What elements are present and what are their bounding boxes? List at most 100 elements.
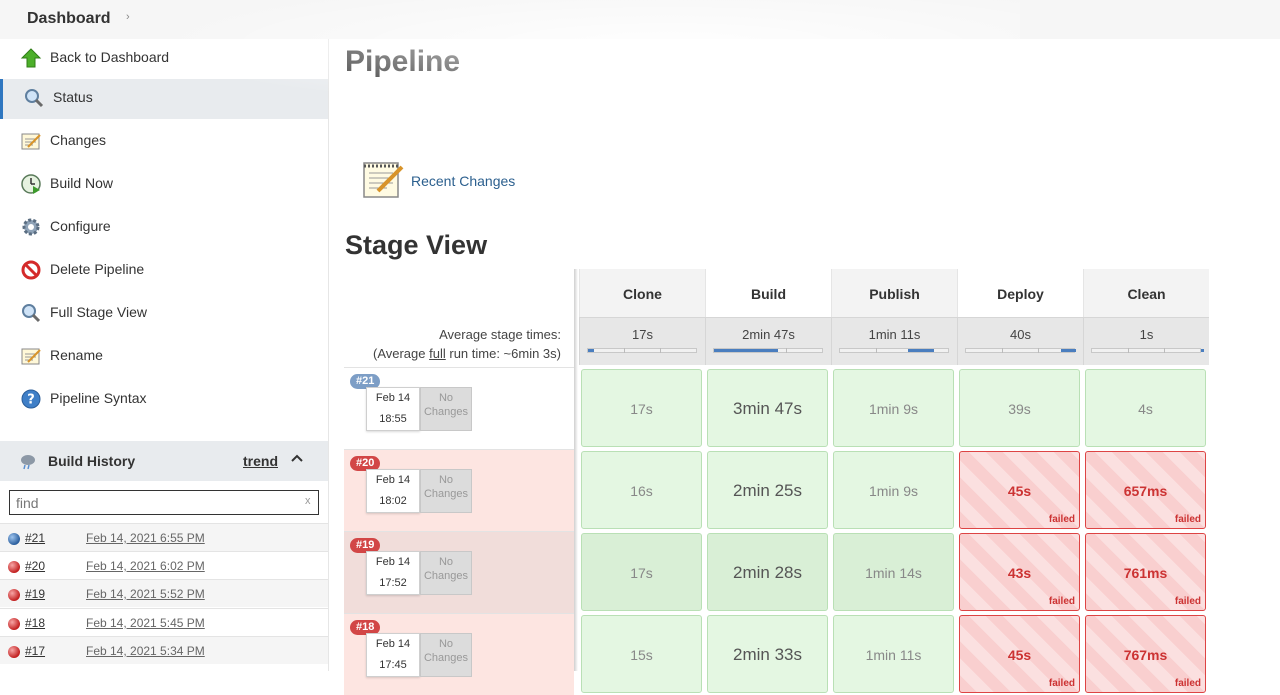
average-stage-times-text: Average stage times: [439, 327, 561, 342]
chevron-up-icon[interactable] [290, 451, 304, 465]
status-ball-red-icon [8, 618, 20, 630]
stage-duration: 17s [630, 401, 653, 417]
build-date-link[interactable]: Feb 14, 2021 5:45 PM [86, 616, 205, 630]
build-date-link[interactable]: Feb 14, 2021 6:55 PM [86, 531, 205, 545]
no-changes-box[interactable]: No Changes [420, 633, 472, 677]
stage-duration: 2min 28s [733, 563, 802, 582]
sidebar-item-pipeline-syntax[interactable]: ? Pipeline Syntax [0, 380, 328, 420]
full-run-link[interactable]: full [429, 346, 446, 361]
clear-icon[interactable]: x [305, 495, 311, 507]
stage-cell-clean[interactable]: 761ms failed [1085, 533, 1206, 611]
stage-cell-deploy[interactable]: 45s failed [959, 451, 1080, 529]
recent-changes-label[interactable]: Recent Changes [411, 173, 515, 189]
stage-cell-clean[interactable]: 4s [1085, 369, 1206, 447]
build-number-link[interactable]: #17 [25, 644, 45, 658]
sidebar-item-label: Build Now [50, 175, 114, 191]
stage-duration: 39s [1008, 401, 1031, 417]
stage-header-build: Build [705, 269, 831, 317]
build-history-row[interactable]: #20 Feb 14, 2021 6:02 PM [0, 551, 328, 579]
failed-label: failed [1048, 514, 1075, 525]
status-ball-red-icon [8, 646, 20, 658]
breadcrumb-dashboard[interactable]: Dashboard [27, 10, 111, 28]
stage-duration: 17s [630, 565, 653, 581]
stage-cell-publish[interactable]: 1min 14s [833, 533, 954, 611]
notepad-icon [21, 133, 41, 150]
stage-cell-build[interactable]: 2min 33s [707, 615, 828, 693]
average-run-time-suffix: run time: ~6min 3s) [445, 346, 561, 361]
trend-link[interactable]: trend [243, 453, 278, 469]
bar-tick [1038, 348, 1039, 353]
build-number-link[interactable]: #19 [25, 587, 45, 601]
stage-duration: 3min 47s [733, 399, 802, 418]
page-title: Pipeline [345, 45, 461, 78]
sidebar-item-full-stage-view[interactable]: Full Stage View [0, 294, 328, 334]
build-history-row[interactable]: #21 Feb 14, 2021 6:55 PM [0, 523, 328, 551]
sidebar-item-status[interactable]: Status [0, 79, 328, 119]
stage-average-bar-fill [714, 349, 778, 352]
no-changes-box[interactable]: No Changes [420, 387, 472, 431]
no-changes-box[interactable]: No Changes [420, 469, 472, 513]
stage-duration: 1min 9s [868, 401, 919, 417]
sidebar-item-label: Full Stage View [50, 304, 148, 320]
average-stage-times-label: Average stage times: (Average full run t… [344, 325, 561, 363]
run-date-box: Feb 14 17:45 [366, 633, 420, 677]
stage-cell-deploy[interactable]: 43s failed [959, 533, 1080, 611]
bar-tick [786, 348, 787, 353]
stage-duration: 1min 14s [865, 565, 922, 581]
stage-average-bar-fill [1201, 349, 1204, 352]
stage-cell-clone[interactable]: 17s [581, 533, 702, 611]
stage-cell-publish[interactable]: 1min 9s [833, 369, 954, 447]
build-history-row[interactable]: #19 Feb 14, 2021 5:52 PM [0, 579, 328, 607]
stage-cell-build[interactable]: 2min 25s [707, 451, 828, 529]
build-date-link[interactable]: Feb 14, 2021 6:02 PM [86, 559, 205, 573]
run-date: Feb 14 [375, 556, 411, 568]
sidebar-item-changes[interactable]: Changes [0, 122, 328, 162]
breadcrumb-chevron-icon[interactable]: › [126, 11, 130, 23]
stage-header-clone: Clone [579, 269, 705, 317]
sidebar-item-build-now[interactable]: Build Now [0, 165, 328, 205]
stage-cell-clone[interactable]: 15s [581, 615, 702, 693]
sidebar-item-rename[interactable]: Rename [0, 337, 328, 377]
bar-tick [1164, 348, 1165, 353]
sidebar-item-configure[interactable]: Configure [0, 208, 328, 248]
find-input[interactable] [9, 490, 319, 515]
bar-tick [1128, 348, 1129, 353]
stage-cell-clean[interactable]: 657ms failed [1085, 451, 1206, 529]
stage-average-time: 2min 47s [742, 327, 795, 342]
stage-average-bar [965, 348, 1076, 353]
stage-duration: 2min 25s [733, 481, 802, 500]
stage-duration: 1min 11s [865, 647, 922, 663]
build-date-link[interactable]: Feb 14, 2021 5:52 PM [86, 587, 205, 601]
stage-cell-build[interactable]: 3min 47s [707, 369, 828, 447]
build-history-filter: x [0, 481, 328, 523]
build-number-link[interactable]: #20 [25, 559, 45, 573]
build-number-link[interactable]: #18 [25, 616, 45, 630]
stage-cell-clone[interactable]: 17s [581, 369, 702, 447]
sidebar-item-label: Configure [50, 218, 111, 234]
stage-cell-clone[interactable]: 16s [581, 451, 702, 529]
build-history-row[interactable]: #17 Feb 14, 2021 5:34 PM [0, 636, 328, 664]
failed-label: failed [1174, 514, 1201, 525]
search-icon [25, 89, 44, 108]
build-history-row[interactable]: #18 Feb 14, 2021 5:45 PM [0, 608, 328, 636]
run-time: 17:52 [379, 577, 407, 589]
stage-cell-publish[interactable]: 1min 9s [833, 451, 954, 529]
sidebar-item-label: Pipeline Syntax [50, 390, 147, 406]
notepad-icon [21, 348, 41, 365]
no-changes-box[interactable]: No Changes [420, 551, 472, 595]
run-info-1: #20 Feb 14 18:02 No Changes [344, 449, 574, 531]
run-time: 18:02 [379, 495, 407, 507]
stage-cell-publish[interactable]: 1min 11s [833, 615, 954, 693]
sidebar: Back to Dashboard Status Changes Build N… [0, 39, 329, 671]
sidebar-item-back-to-dashboard[interactable]: Back to Dashboard [0, 39, 328, 79]
build-number-link[interactable]: #21 [25, 531, 45, 545]
sidebar-item-delete-pipeline[interactable]: Delete Pipeline [0, 251, 328, 291]
stage-cell-clean[interactable]: 767ms failed [1085, 615, 1206, 693]
stage-duration: 45s [1007, 483, 1032, 499]
stage-header-deploy: Deploy [957, 269, 1083, 317]
stage-cell-deploy[interactable]: 45s failed [959, 615, 1080, 693]
recent-changes-link[interactable]: Recent Changes [362, 157, 562, 203]
stage-cell-deploy[interactable]: 39s [959, 369, 1080, 447]
stage-cell-build[interactable]: 2min 28s [707, 533, 828, 611]
build-date-link[interactable]: Feb 14, 2021 5:34 PM [86, 644, 205, 658]
